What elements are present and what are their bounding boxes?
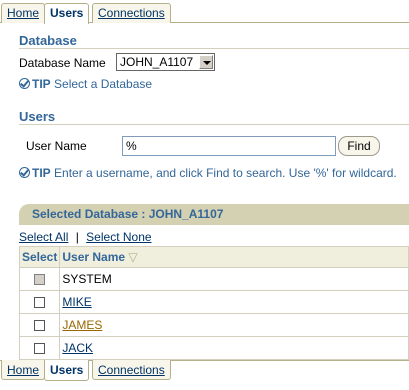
selection-links: Select All | Select None bbox=[19, 230, 152, 244]
user-link[interactable]: JACK bbox=[62, 341, 93, 355]
column-header-select: Select bbox=[18, 246, 61, 268]
database-tip: TIP Select a Database bbox=[19, 77, 152, 91]
row-checkbox bbox=[34, 274, 46, 286]
bottom-tab-bar: Home Users Connections bbox=[0, 360, 409, 390]
database-select-value: JOHN_A1107 bbox=[120, 55, 194, 69]
user-name-cell: SYSTEM bbox=[59, 267, 409, 291]
select-cell bbox=[18, 313, 61, 337]
sort-icon[interactable]: ▽ bbox=[128, 250, 137, 264]
user-link[interactable]: MIKE bbox=[62, 295, 91, 309]
users-table: Select User Name ▽ SYSTEM MIKE JAMES JAC… bbox=[18, 246, 409, 360]
tab-home[interactable]: Home bbox=[1, 360, 46, 380]
row-checkbox[interactable] bbox=[34, 297, 46, 309]
tab-users[interactable]: Users bbox=[44, 3, 90, 24]
selected-database-header: Selected Database : JOHN_A1107 bbox=[19, 204, 409, 225]
tab-connections[interactable]: Connections bbox=[92, 360, 171, 380]
tip-text: Enter a username, and click Find to sear… bbox=[54, 166, 397, 180]
checkmark-icon bbox=[19, 167, 30, 178]
checkmark-icon bbox=[19, 78, 30, 89]
find-button[interactable]: Find bbox=[338, 136, 380, 156]
link-separator: | bbox=[75, 230, 79, 244]
user-name-input[interactable]: % bbox=[122, 136, 336, 156]
users-tip: TIP Enter a username, and click Find to … bbox=[19, 166, 397, 180]
tab-users[interactable]: Users bbox=[44, 360, 90, 381]
users-section-rule bbox=[19, 124, 409, 125]
user-name-cell: JACK bbox=[59, 336, 409, 360]
database-section-rule bbox=[19, 48, 409, 49]
user-name-cell: MIKE bbox=[59, 290, 409, 314]
tab-home[interactable]: Home bbox=[1, 3, 46, 23]
tip-text: Select a Database bbox=[54, 77, 153, 91]
tip-label: TIP bbox=[32, 77, 51, 91]
table-row: JACK bbox=[18, 336, 409, 360]
table-row: JAMES bbox=[18, 313, 409, 337]
users-section-title: Users bbox=[19, 109, 56, 124]
select-cell bbox=[18, 290, 61, 314]
select-none-link[interactable]: Select None bbox=[86, 230, 151, 244]
row-checkbox[interactable] bbox=[34, 343, 46, 355]
row-checkbox[interactable] bbox=[34, 320, 46, 332]
top-tab-bar: Home Users Connections bbox=[0, 0, 409, 24]
user-link[interactable]: JAMES bbox=[62, 318, 102, 332]
column-header-user-name[interactable]: User Name ▽ bbox=[59, 246, 409, 268]
select-cell bbox=[18, 267, 61, 291]
table-header-row: Select User Name ▽ bbox=[18, 246, 409, 268]
database-name-label: Database Name bbox=[19, 56, 106, 70]
tab-connections[interactable]: Connections bbox=[92, 3, 171, 23]
database-select[interactable]: JOHN_A1107 bbox=[116, 53, 215, 71]
tip-label: TIP bbox=[32, 166, 51, 180]
database-section-title: Database bbox=[19, 33, 77, 48]
user-name-label: User Name bbox=[26, 139, 87, 153]
chevron-down-icon[interactable] bbox=[199, 55, 213, 69]
select-cell bbox=[18, 336, 61, 360]
user-name-cell: JAMES bbox=[59, 313, 409, 337]
table-row: SYSTEM bbox=[18, 267, 409, 291]
table-row: MIKE bbox=[18, 290, 409, 314]
select-all-link[interactable]: Select All bbox=[19, 230, 68, 244]
